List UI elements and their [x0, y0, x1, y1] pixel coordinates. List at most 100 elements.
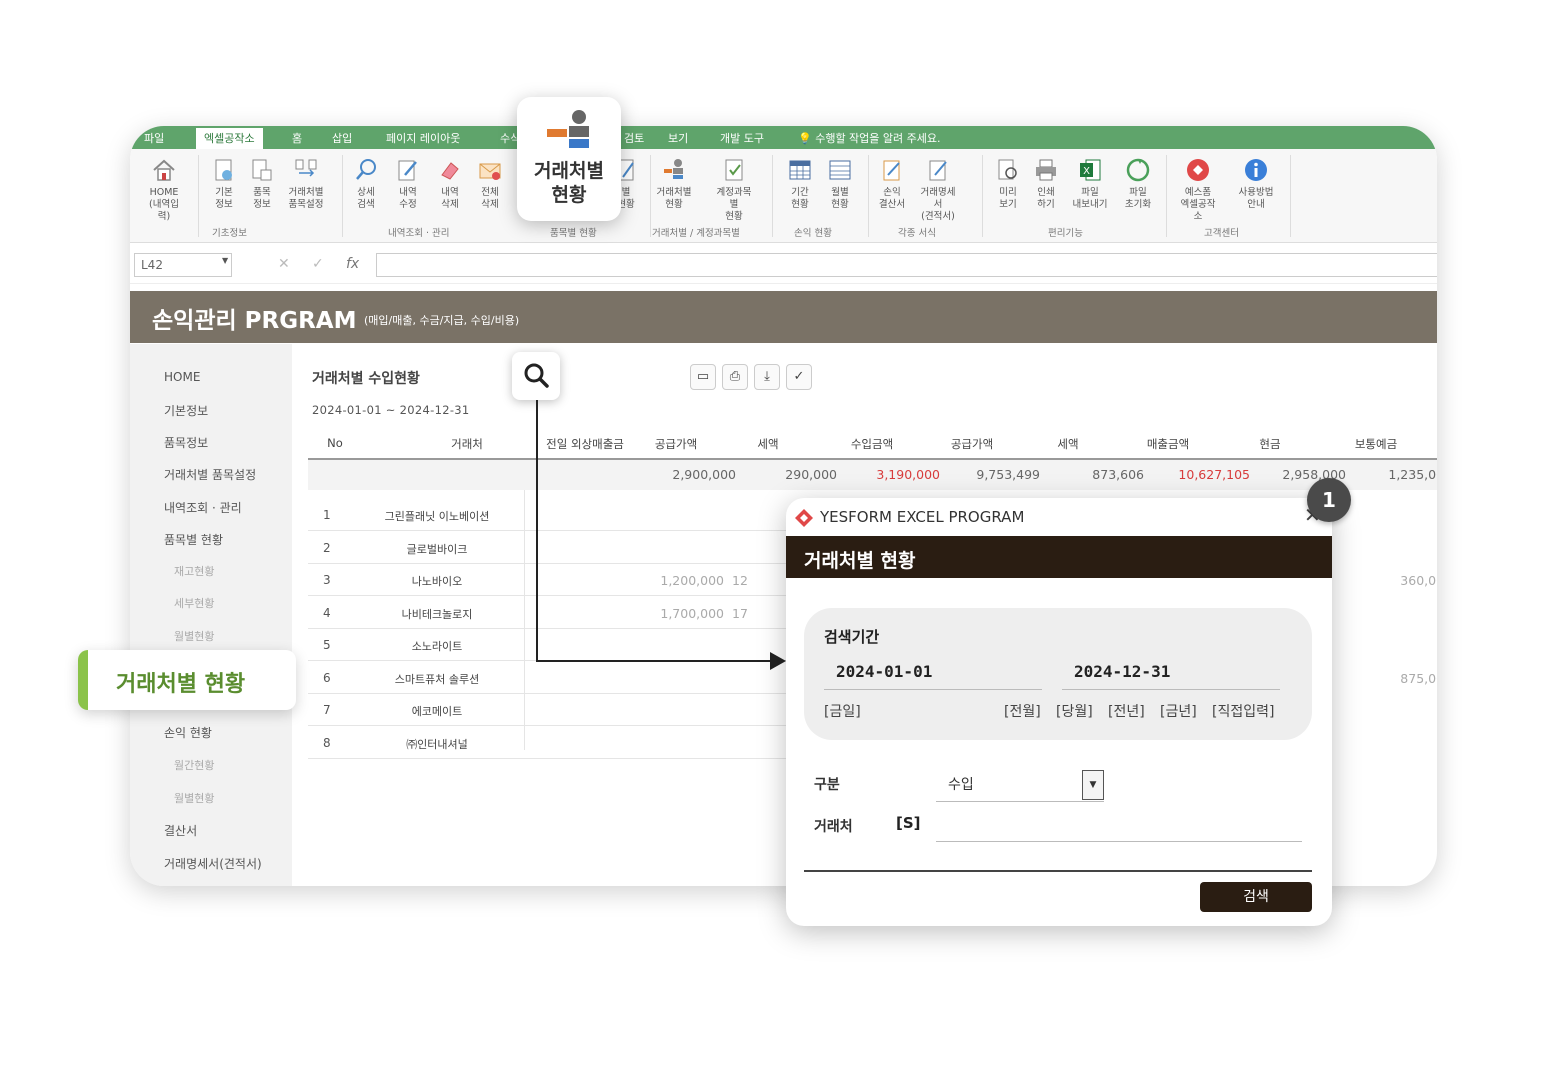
- row-number: 1: [323, 508, 331, 522]
- tab-view[interactable]: 보기: [668, 130, 688, 146]
- sidebar-item[interactable]: 세부현황: [174, 595, 214, 611]
- vendor-status-callout-button[interactable]: 거래처별 현황: [517, 97, 621, 221]
- ribbon-separator: [772, 155, 773, 237]
- print-button[interactable]: 인쇄 하기: [1028, 157, 1064, 211]
- edit-detail-button[interactable]: 내역 수정: [390, 157, 426, 211]
- chevron-down-icon[interactable]: ▼: [222, 256, 228, 265]
- account-status-button[interactable]: 계정과목별 현황: [716, 157, 752, 223]
- vendor-status-button[interactable]: 거래처별 현황: [656, 157, 692, 211]
- sidebar-item[interactable]: 재고현황: [174, 563, 214, 579]
- vendor-item-setting-button[interactable]: 거래처별 품목설정: [288, 157, 324, 211]
- sidebar-item[interactable]: 월간현황: [174, 757, 214, 773]
- row-vendor-name[interactable]: 소노라이트: [332, 638, 542, 654]
- sidebar-item[interactable]: HOME: [164, 370, 200, 384]
- check-icon[interactable]: ✓: [786, 364, 812, 390]
- row-cell: 360,000: [1400, 573, 1437, 588]
- function-icon[interactable]: fx: [346, 256, 359, 272]
- delete-detail-button[interactable]: 내역 삭제: [432, 157, 468, 211]
- column-header: 거래처: [451, 437, 483, 451]
- quick-this-year-button[interactable]: [금년]: [1160, 701, 1197, 721]
- vendor-label: 거래처: [814, 819, 853, 835]
- tab-insert[interactable]: 삽입: [332, 130, 352, 146]
- start-date-input[interactable]: 2024-01-01: [824, 658, 1042, 690]
- clipboard-pencil-icon: [883, 160, 900, 181]
- tab-developer[interactable]: 개발 도구: [720, 130, 764, 146]
- yesform-logo-icon: [795, 509, 813, 527]
- vendor-input[interactable]: [936, 812, 1302, 842]
- row-vendor-name[interactable]: 그린플래닛 이노베이션: [332, 508, 542, 524]
- printer-icon[interactable]: ⎙: [722, 364, 748, 390]
- invoice-button[interactable]: 거래명세서 (견적서): [920, 157, 956, 223]
- item-info-button[interactable]: 품목 정보: [244, 157, 280, 211]
- formula-input[interactable]: [376, 253, 1437, 277]
- row-vendor-name[interactable]: 글로벌바이크: [332, 541, 542, 557]
- monthly-status-button[interactable]: 월별 현황: [822, 157, 858, 211]
- export-button[interactable]: X 파일 내보내기: [1072, 157, 1108, 211]
- svg-text:X: X: [1083, 166, 1090, 177]
- type-select[interactable]: 수입: [936, 770, 1104, 802]
- row-vendor-name[interactable]: 에코메이트: [332, 703, 542, 719]
- guide-label: 사용방법 안내: [1238, 187, 1274, 210]
- delete-detail-label: 내역 삭제: [441, 187, 459, 210]
- table-icon: [829, 160, 851, 180]
- detail-search-button[interactable]: 상세 검색: [348, 157, 384, 211]
- tell-me-search[interactable]: 💡 수행할 작업을 알려 주세요.: [798, 130, 941, 146]
- checklist-icon: [725, 159, 743, 181]
- quick-prev-month-button[interactable]: [전월]: [1004, 701, 1041, 721]
- name-box[interactable]: L42: [134, 253, 232, 277]
- home-button[interactable]: HOME (내역입력): [146, 157, 182, 223]
- tab-page-layout[interactable]: 페이지 레이아웃: [386, 130, 460, 146]
- pl-statement-label: 손익 결산서: [878, 187, 906, 210]
- program-title-bar: 손익관리 PRGRAM (매입/매출, 수금/지급, 수입/비용): [130, 291, 1437, 343]
- row-vendor-name[interactable]: 나노바이오: [332, 573, 542, 589]
- yesform-button[interactable]: 예스폼 엑셀공작소: [1180, 157, 1216, 223]
- chevron-down-icon[interactable]: ▼: [1082, 770, 1104, 800]
- sidebar-item[interactable]: 거래명세서(견적서): [164, 855, 262, 872]
- sidebar-item[interactable]: 기본정보: [164, 402, 208, 419]
- total-value: 873,606: [1092, 467, 1144, 482]
- tab-yesform[interactable]: 엑셀공작소: [196, 128, 263, 149]
- basic-info-button[interactable]: 기본 정보: [206, 157, 242, 211]
- delete-all-button[interactable]: 전체 삭제: [472, 157, 508, 211]
- row-cell: 875,000: [1400, 670, 1437, 686]
- sidebar-item[interactable]: 손익 현황: [164, 724, 212, 741]
- ribbon-separator: [342, 155, 343, 237]
- cancel-icon[interactable]: ✕: [278, 256, 290, 272]
- sidebar-item[interactable]: 거래처별 품목설정: [164, 466, 256, 483]
- edit-detail-label: 내역 수정: [399, 187, 417, 210]
- tab-home[interactable]: 홈: [292, 130, 302, 146]
- sidebar-item[interactable]: 내역조회 · 관리: [164, 499, 242, 516]
- end-date-input[interactable]: 2024-12-31: [1062, 658, 1280, 690]
- sidebar-item[interactable]: 품목별 현황: [164, 531, 223, 548]
- sidebar-item[interactable]: 품목정보: [164, 434, 208, 451]
- row-number: 3: [323, 573, 331, 587]
- tab-file[interactable]: 파일: [144, 130, 164, 146]
- row-vendor-name[interactable]: ㈜인터내셔널: [332, 736, 542, 752]
- period-status-button[interactable]: 기간 현황: [782, 157, 818, 211]
- confirm-icon[interactable]: ✓: [312, 256, 324, 272]
- guide-button[interactable]: 사용방법 안내: [1238, 157, 1274, 211]
- search-button[interactable]: 검색: [1200, 882, 1312, 912]
- monitor-icon[interactable]: ▭: [690, 364, 716, 390]
- vendor-search-tag[interactable]: [S]: [896, 814, 921, 832]
- quick-custom-button[interactable]: [직접입력]: [1212, 701, 1274, 721]
- pl-statement-button[interactable]: 손익 결산서: [874, 157, 910, 211]
- ribbon-separator: [198, 155, 199, 237]
- quick-prev-year-button[interactable]: [전년]: [1108, 701, 1145, 721]
- sidebar-item[interactable]: 결산서: [164, 822, 197, 839]
- download-icon[interactable]: ⤓: [754, 364, 780, 390]
- tab-review[interactable]: 검토: [624, 130, 644, 146]
- sidebar-item[interactable]: 월별현황: [174, 628, 214, 644]
- quick-this-month-button[interactable]: [당월]: [1056, 701, 1093, 721]
- row-cell: 1,200,000: [660, 573, 724, 588]
- row-vendor-name[interactable]: 나비테크놀로지: [332, 606, 542, 622]
- quick-today-button[interactable]: [금일]: [824, 701, 861, 721]
- reset-button[interactable]: 파일 초기화: [1120, 157, 1156, 211]
- total-value: 10,627,105: [1178, 467, 1250, 482]
- row-vendor-name[interactable]: 스마트퓨처 솔루션: [332, 671, 542, 687]
- preview-button[interactable]: 미리 보기: [990, 157, 1026, 211]
- pencil-document-icon: [398, 160, 417, 181]
- sidebar-item[interactable]: 월별현황: [174, 790, 214, 806]
- search-icon-button[interactable]: [512, 352, 560, 400]
- group-detail: 내역조회 · 관리: [388, 228, 450, 239]
